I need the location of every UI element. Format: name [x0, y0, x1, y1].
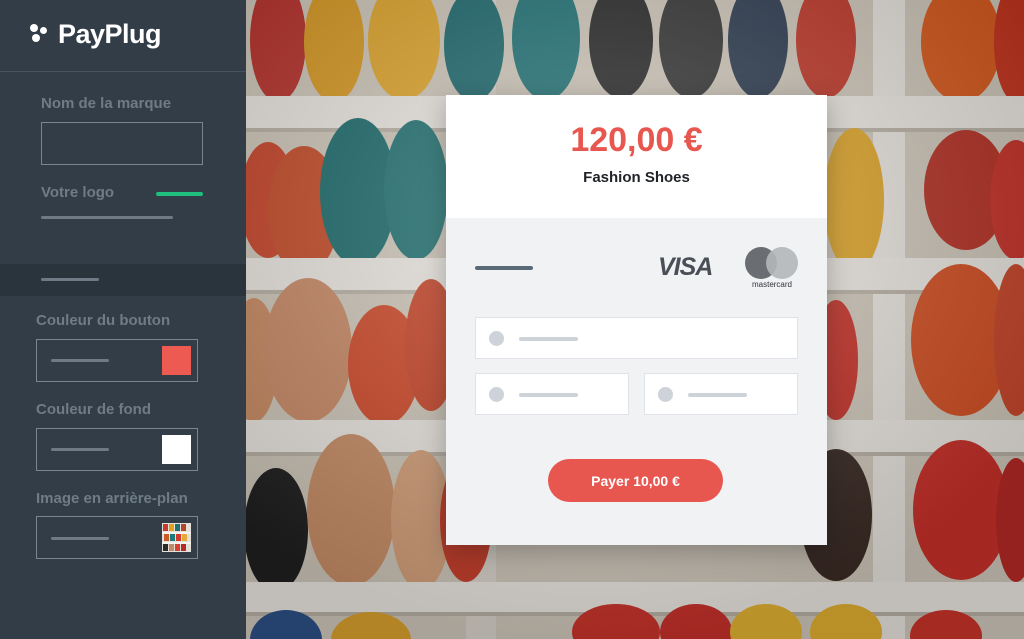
section-header[interactable]	[0, 264, 246, 296]
payment-page-preview: 120,00 € Fashion Shoes VISA mastercard P…	[446, 95, 827, 545]
product-name: Fashion Shoes	[583, 169, 690, 186]
brand-name-input[interactable]	[41, 122, 203, 165]
payment-header: 120,00 € Fashion Shoes	[446, 95, 827, 218]
card-number-input[interactable]	[475, 317, 798, 359]
background-color-label: Couleur de fond	[36, 401, 151, 418]
mastercard-wordmark: mastercard	[751, 280, 792, 289]
expiry-date-icon	[489, 387, 504, 402]
expiry-date-placeholder	[519, 393, 578, 397]
brand-name: PayPlug	[58, 18, 162, 49]
background-image-label: Image en arrière-plan	[36, 490, 188, 507]
background-image-value-placeholder	[51, 537, 109, 540]
expiry-date-input[interactable]	[475, 373, 629, 415]
logo-upload-placeholder[interactable]	[41, 216, 173, 219]
logo-label: Votre logo	[41, 184, 115, 201]
pay-button[interactable]: Payer 10,00 €	[548, 459, 723, 502]
button-color-swatch[interactable]	[162, 346, 191, 375]
button-color-picker[interactable]	[36, 339, 198, 382]
payplug-logo-icon	[30, 24, 50, 44]
brand-name-label: Nom de la marque	[41, 95, 172, 112]
cvv-input[interactable]	[644, 373, 798, 415]
payplug-logo: PayPlug	[30, 16, 162, 52]
background-color-picker[interactable]	[36, 428, 198, 471]
background-color-value-placeholder	[51, 448, 109, 451]
card-number-placeholder	[519, 337, 578, 341]
visa-logo: VISA	[658, 253, 713, 281]
cvv-icon	[658, 387, 673, 402]
sidebar-divider	[0, 71, 246, 72]
section-header-placeholder	[41, 278, 99, 281]
background-image-thumbnail[interactable]	[162, 523, 191, 552]
button-color-value-placeholder	[51, 359, 109, 362]
card-number-icon	[489, 331, 504, 346]
logo-toggle[interactable]	[156, 192, 203, 196]
background-image-picker[interactable]	[36, 516, 198, 559]
card-section-title-placeholder	[475, 266, 533, 270]
mastercard-logo: mastercard	[745, 247, 799, 291]
payment-amount: 120,00 €	[570, 121, 703, 159]
background-color-swatch[interactable]	[162, 435, 191, 464]
button-color-label: Couleur du bouton	[36, 312, 171, 329]
cvv-placeholder	[688, 393, 747, 397]
mastercard-circle-right	[766, 247, 798, 279]
customization-sidebar: PayPlug Nom de la marque Votre logo Coul…	[0, 0, 246, 639]
